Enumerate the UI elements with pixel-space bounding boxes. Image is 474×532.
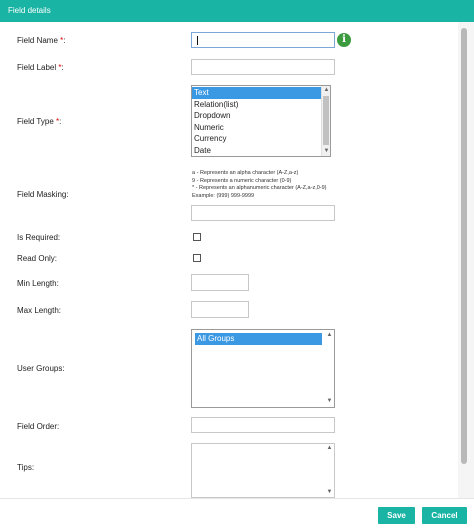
min-length-input[interactable] [191, 274, 249, 291]
field-type-option[interactable]: Date [192, 145, 330, 157]
field-label-label: Field Label *: [17, 63, 64, 72]
field-type-option[interactable]: Text [192, 87, 330, 99]
text-caret [197, 36, 198, 45]
field-type-option[interactable]: Numeric [192, 122, 330, 134]
field-name-input[interactable] [191, 32, 335, 48]
field-details-dialog: Field details Field Name *: i Field Labe… [0, 0, 474, 532]
user-groups-listbox[interactable]: All Groups ▲ ▼ [191, 329, 335, 408]
dialog-title: Field details [0, 0, 474, 22]
user-group-option[interactable]: All Groups [195, 333, 322, 345]
field-type-label: Field Type *: [17, 117, 62, 126]
tips-textarea[interactable]: ▲ ▼ [191, 443, 335, 498]
field-type-option[interactable]: Dropdown [192, 110, 330, 122]
user-groups-label: User Groups: [17, 364, 65, 373]
is-required-checkbox[interactable] [193, 233, 201, 241]
field-order-input[interactable] [191, 417, 335, 433]
field-label-input[interactable] [191, 59, 335, 75]
scroll-down-icon[interactable]: ▼ [325, 397, 334, 406]
masking-hint: a - Represents an alpha character (A-Z,a… [192, 170, 299, 176]
max-length-input[interactable] [191, 301, 249, 318]
field-type-option[interactable]: Currency [192, 133, 330, 145]
dialog-footer: Save Cancel [0, 498, 474, 532]
tips-label: Tips: [17, 463, 35, 472]
masking-hint: Example: (999) 999-9999 [192, 192, 255, 199]
field-masking-input[interactable] [191, 205, 335, 221]
field-type-listbox[interactable]: Text Relation(list) Dropdown Numeric Cur… [191, 85, 331, 157]
save-button[interactable]: Save [378, 507, 415, 524]
cancel-button[interactable]: Cancel [422, 507, 467, 524]
field-name-label: Field Name *: [17, 36, 66, 45]
info-icon[interactable]: i [337, 33, 351, 47]
read-only-checkbox[interactable] [193, 254, 201, 262]
scroll-down-icon[interactable]: ▼ [322, 147, 330, 156]
scroll-up-icon[interactable]: ▲ [325, 444, 334, 453]
textarea-scrollbar[interactable]: ▲ ▼ [325, 444, 334, 497]
field-order-label: Field Order: [17, 422, 60, 431]
scrollbar-thumb[interactable] [323, 96, 329, 145]
masking-hint: 9 - Represents a numeric character (0-9) [192, 177, 292, 184]
min-length-label: Min Length: [17, 279, 59, 288]
scroll-down-icon[interactable]: ▼ [325, 488, 334, 497]
field-type-option[interactable]: Relation(list) [192, 99, 330, 111]
scroll-up-icon[interactable]: ▲ [325, 331, 334, 340]
listbox-scrollbar[interactable]: ▲ ▼ [325, 330, 334, 407]
read-only-label: Read Only: [17, 254, 58, 263]
dialog-scrollbar-thumb[interactable] [461, 28, 467, 464]
masking-hints: a - Represents an alpha character (A-Z,a… [192, 170, 327, 200]
scroll-up-icon[interactable]: ▲ [322, 86, 330, 95]
masking-hint: * - Represents an alphanumeric character… [192, 185, 327, 191]
max-length-label: Max Length: [17, 306, 62, 315]
field-masking-label: Field Masking: [17, 190, 69, 199]
listbox-scrollbar[interactable]: ▲ ▼ [321, 86, 330, 156]
is-required-label: Is Required: [17, 233, 61, 242]
